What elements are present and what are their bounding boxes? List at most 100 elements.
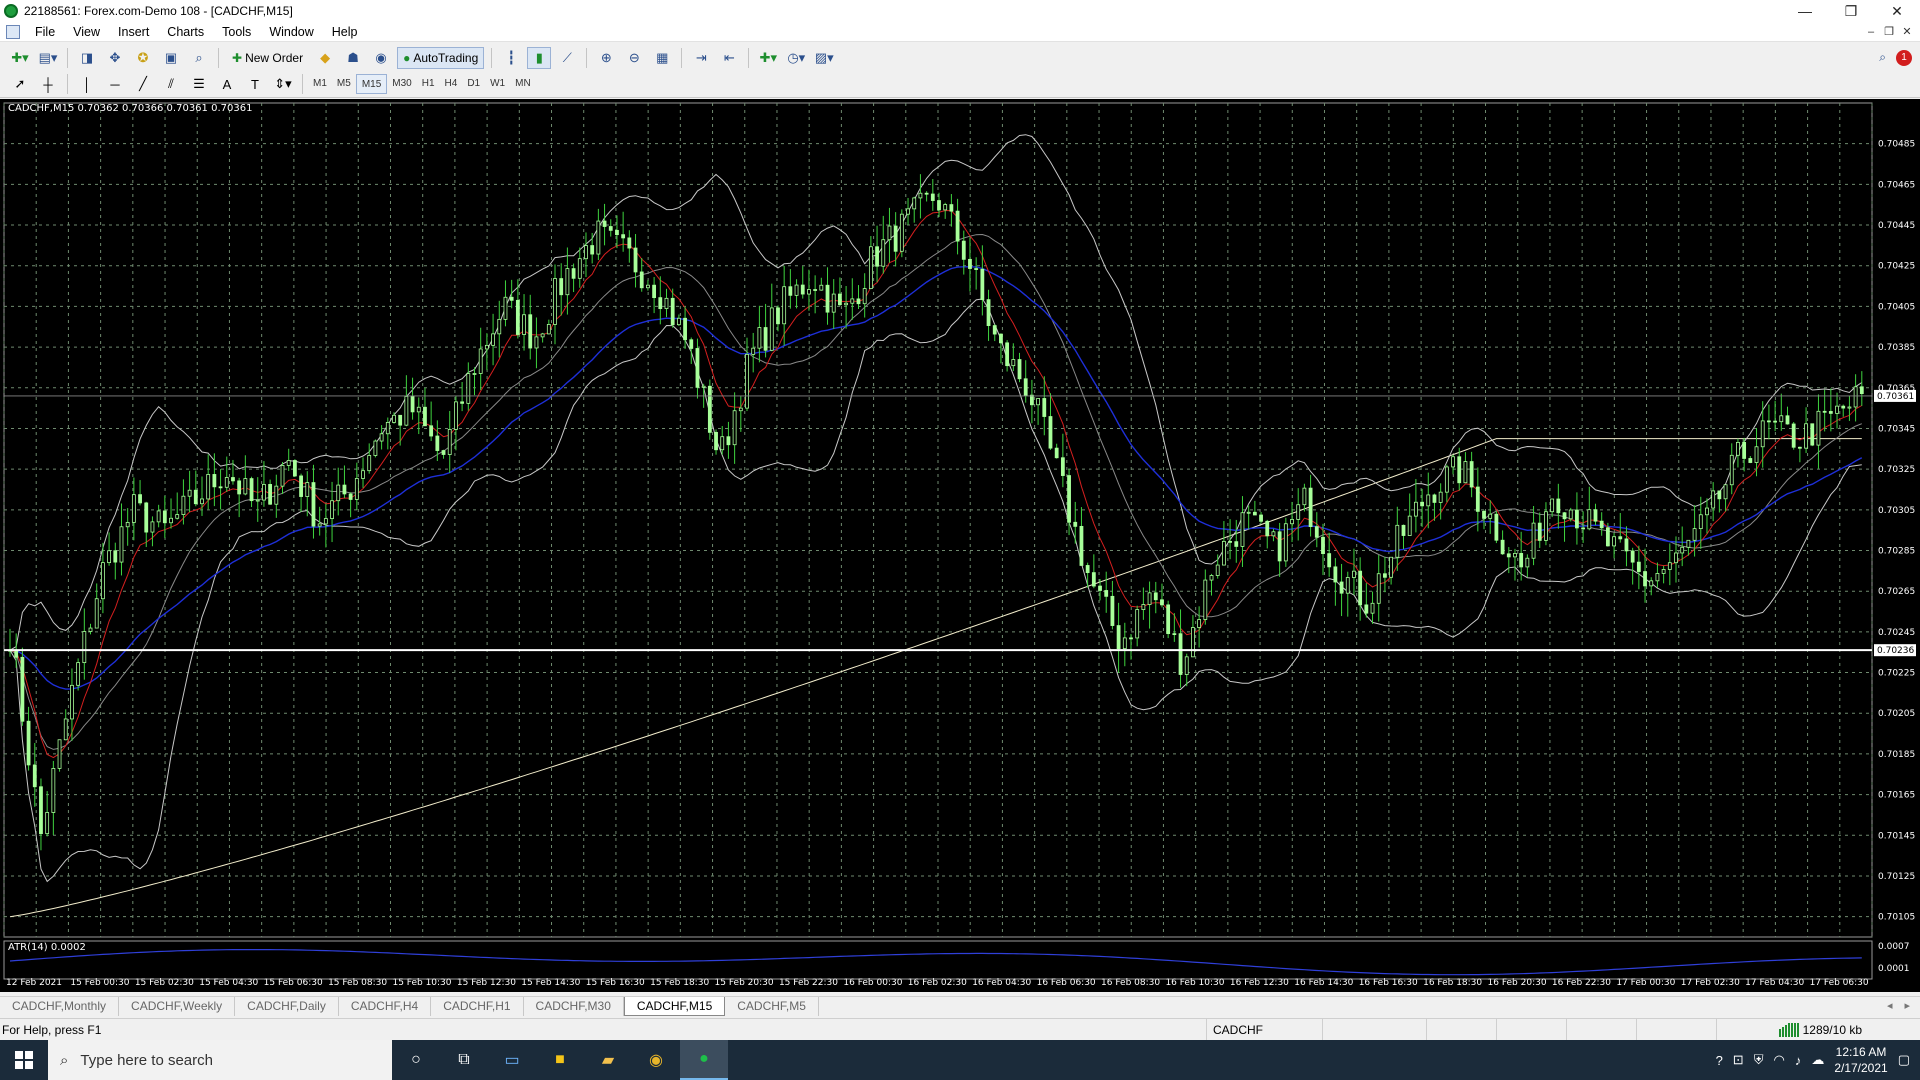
signals-icon[interactable]: ☗ — [341, 47, 365, 69]
chart-close-button[interactable]: ✕ — [1898, 22, 1916, 42]
menu-view[interactable]: View — [64, 22, 109, 42]
notifications-icon[interactable]: ▢ — [1898, 1052, 1910, 1068]
tab-prev-icon[interactable]: ◂ — [1887, 997, 1893, 1016]
chart-canvas[interactable]: 0.70485 0.70465 0.70445 0.70425 0.70405 0.703… — [0, 99, 1920, 992]
new-chart-icon[interactable]: ✚▾ — [8, 47, 32, 69]
task-view-icon[interactable]: ⧉ — [440, 1040, 488, 1080]
chrome-icon[interactable]: ◉ — [632, 1040, 680, 1080]
profiles-icon[interactable]: ▤▾ — [36, 47, 60, 69]
candle-body — [1153, 592, 1158, 601]
zoom-in-icon[interactable]: ⊕ — [594, 47, 618, 69]
connection-status[interactable]: 1289/10 kb — [1778, 1022, 1862, 1037]
taskbar-search[interactable]: ⌕ Type here to search — [48, 1040, 392, 1080]
timeframe-m1[interactable]: M1 — [308, 74, 332, 94]
timeframe-m5[interactable]: M5 — [332, 74, 356, 94]
y-tick-label: 0.70285 — [1878, 547, 1915, 557]
tab-weekly[interactable]: CADCHF,Weekly — [119, 997, 236, 1016]
menu-insert[interactable]: Insert — [109, 22, 158, 42]
templates-icon[interactable]: ▨▾ — [812, 47, 836, 69]
timeframe-m15[interactable]: M15 — [355, 74, 388, 94]
autotrading-button[interactable]: ● AutoTrading — [397, 46, 485, 69]
chart-window-icon[interactable] — [6, 24, 20, 39]
timeframe-m30[interactable]: M30 — [387, 74, 416, 94]
tab-m30[interactable]: CADCHF,M30 — [524, 997, 624, 1016]
menu-file[interactable]: File — [26, 22, 64, 42]
zoom-out-icon[interactable]: ⊖ — [622, 47, 646, 69]
tab-daily[interactable]: CADCHF,Daily — [235, 997, 339, 1016]
search-icon[interactable]: ⌕ — [1879, 50, 1886, 65]
menu-charts[interactable]: Charts — [158, 22, 213, 42]
market-icon[interactable]: ◉ — [369, 47, 393, 69]
terminal-icon[interactable]: ▣ — [159, 47, 183, 69]
candle-body — [695, 348, 700, 388]
candle-body — [800, 284, 805, 295]
taskbar-clock[interactable]: 12:16 AM 2/17/2021 — [1834, 1044, 1887, 1076]
bar-chart-icon[interactable]: ┇ — [499, 47, 523, 69]
remote-desktop-icon[interactable]: ▭ — [488, 1040, 536, 1080]
candle-body — [1110, 595, 1115, 626]
arrows-icon[interactable]: ⇕▾ — [271, 73, 295, 95]
candle-body — [1098, 585, 1102, 591]
periods-icon[interactable]: ◷▾ — [784, 47, 808, 69]
security-icon[interactable]: ⛨ — [1754, 1052, 1764, 1068]
candle-body — [1407, 515, 1412, 536]
timeframe-w1[interactable]: W1 — [485, 74, 510, 94]
price-chart[interactable]: 0.70485 0.70465 0.70445 0.70425 0.70405 0.703… — [0, 99, 1920, 992]
cortana-icon[interactable]: ○ — [392, 1040, 440, 1080]
market-watch-icon[interactable]: ◨ — [75, 47, 99, 69]
metatrader-taskbar-icon[interactable]: ● — [680, 1040, 728, 1080]
timeframe-mn[interactable]: MN — [510, 74, 536, 94]
candle-body — [1030, 394, 1034, 406]
vertical-line-icon[interactable]: │ — [75, 73, 99, 95]
candle-body — [1060, 457, 1065, 476]
timeframe-h4[interactable]: H4 — [440, 74, 463, 94]
network-icon[interactable]: ◠ — [1773, 1052, 1784, 1068]
restore-button[interactable]: ❐ — [1828, 0, 1874, 22]
tab-h1[interactable]: CADCHF,H1 — [431, 997, 524, 1016]
fibonacci-icon[interactable]: ☰ — [187, 73, 211, 95]
tab-h4[interactable]: CADCHF,H4 — [339, 997, 432, 1016]
trendline-icon[interactable]: ╱ — [131, 73, 155, 95]
minimize-button[interactable]: — — [1782, 0, 1828, 22]
candle-body — [726, 436, 731, 446]
metaeditor-icon[interactable]: ◆ — [313, 47, 337, 69]
help-icon[interactable]: ? — [1716, 1053, 1723, 1068]
chart-restore-button[interactable]: ❐ — [1880, 22, 1898, 42]
tile-windows-icon[interactable]: ▦ — [650, 47, 674, 69]
strategy-tester-icon[interactable]: ⌕ — [187, 47, 211, 69]
volume-icon[interactable]: ♪ — [1795, 1053, 1802, 1068]
sticky-app-icon[interactable]: ■ — [536, 1040, 584, 1080]
tab-next-icon[interactable]: ▸ — [1904, 997, 1910, 1016]
crosshair-icon[interactable]: ┼ — [36, 73, 60, 95]
chart-shift-icon[interactable]: ⇤ — [717, 47, 741, 69]
candle-body — [206, 474, 211, 500]
text-icon[interactable]: A — [215, 73, 239, 95]
start-button[interactable] — [0, 1040, 48, 1080]
indicators-icon[interactable]: ✚▾ — [756, 47, 780, 69]
notification-badge[interactable]: 1 — [1896, 49, 1912, 66]
menu-window[interactable]: Window — [260, 22, 322, 42]
cursor-icon[interactable]: ➚ — [8, 73, 32, 95]
text-label-icon[interactable]: T — [243, 73, 267, 95]
horizontal-line-icon[interactable]: ─ — [103, 73, 127, 95]
chart-autoscroll-icon[interactable]: ⇥ — [689, 47, 713, 69]
close-button[interactable]: ✕ — [1874, 0, 1920, 22]
equidistant-channel-icon[interactable]: ⫽ — [159, 73, 183, 95]
menu-tools[interactable]: Tools — [213, 22, 260, 42]
candlestick-icon[interactable]: ▮ — [527, 46, 552, 69]
onedrive-icon[interactable]: ☁ — [1811, 1052, 1824, 1068]
chart-minimize-button[interactable]: – — [1862, 22, 1880, 42]
menu-help[interactable]: Help — [323, 22, 367, 42]
tab-m15[interactable]: CADCHF,M15 — [623, 997, 726, 1016]
tab-monthly[interactable]: CADCHF,Monthly — [0, 997, 120, 1016]
timeframe-h1[interactable]: H1 — [417, 74, 440, 94]
tray-app-icon[interactable]: ⊡ — [1733, 1052, 1744, 1068]
data-window-icon[interactable]: ✥ — [103, 47, 127, 69]
navigator-icon[interactable]: ✪ — [131, 47, 155, 69]
new-order-button[interactable]: ✚ New Order — [226, 47, 309, 69]
candle-body — [1104, 590, 1109, 597]
line-chart-icon[interactable]: ⟋ — [555, 47, 579, 69]
timeframe-d1[interactable]: D1 — [462, 74, 485, 94]
file-explorer-icon[interactable]: ▰ — [584, 1040, 632, 1080]
tab-m5[interactable]: CADCHF,M5 — [725, 997, 819, 1016]
